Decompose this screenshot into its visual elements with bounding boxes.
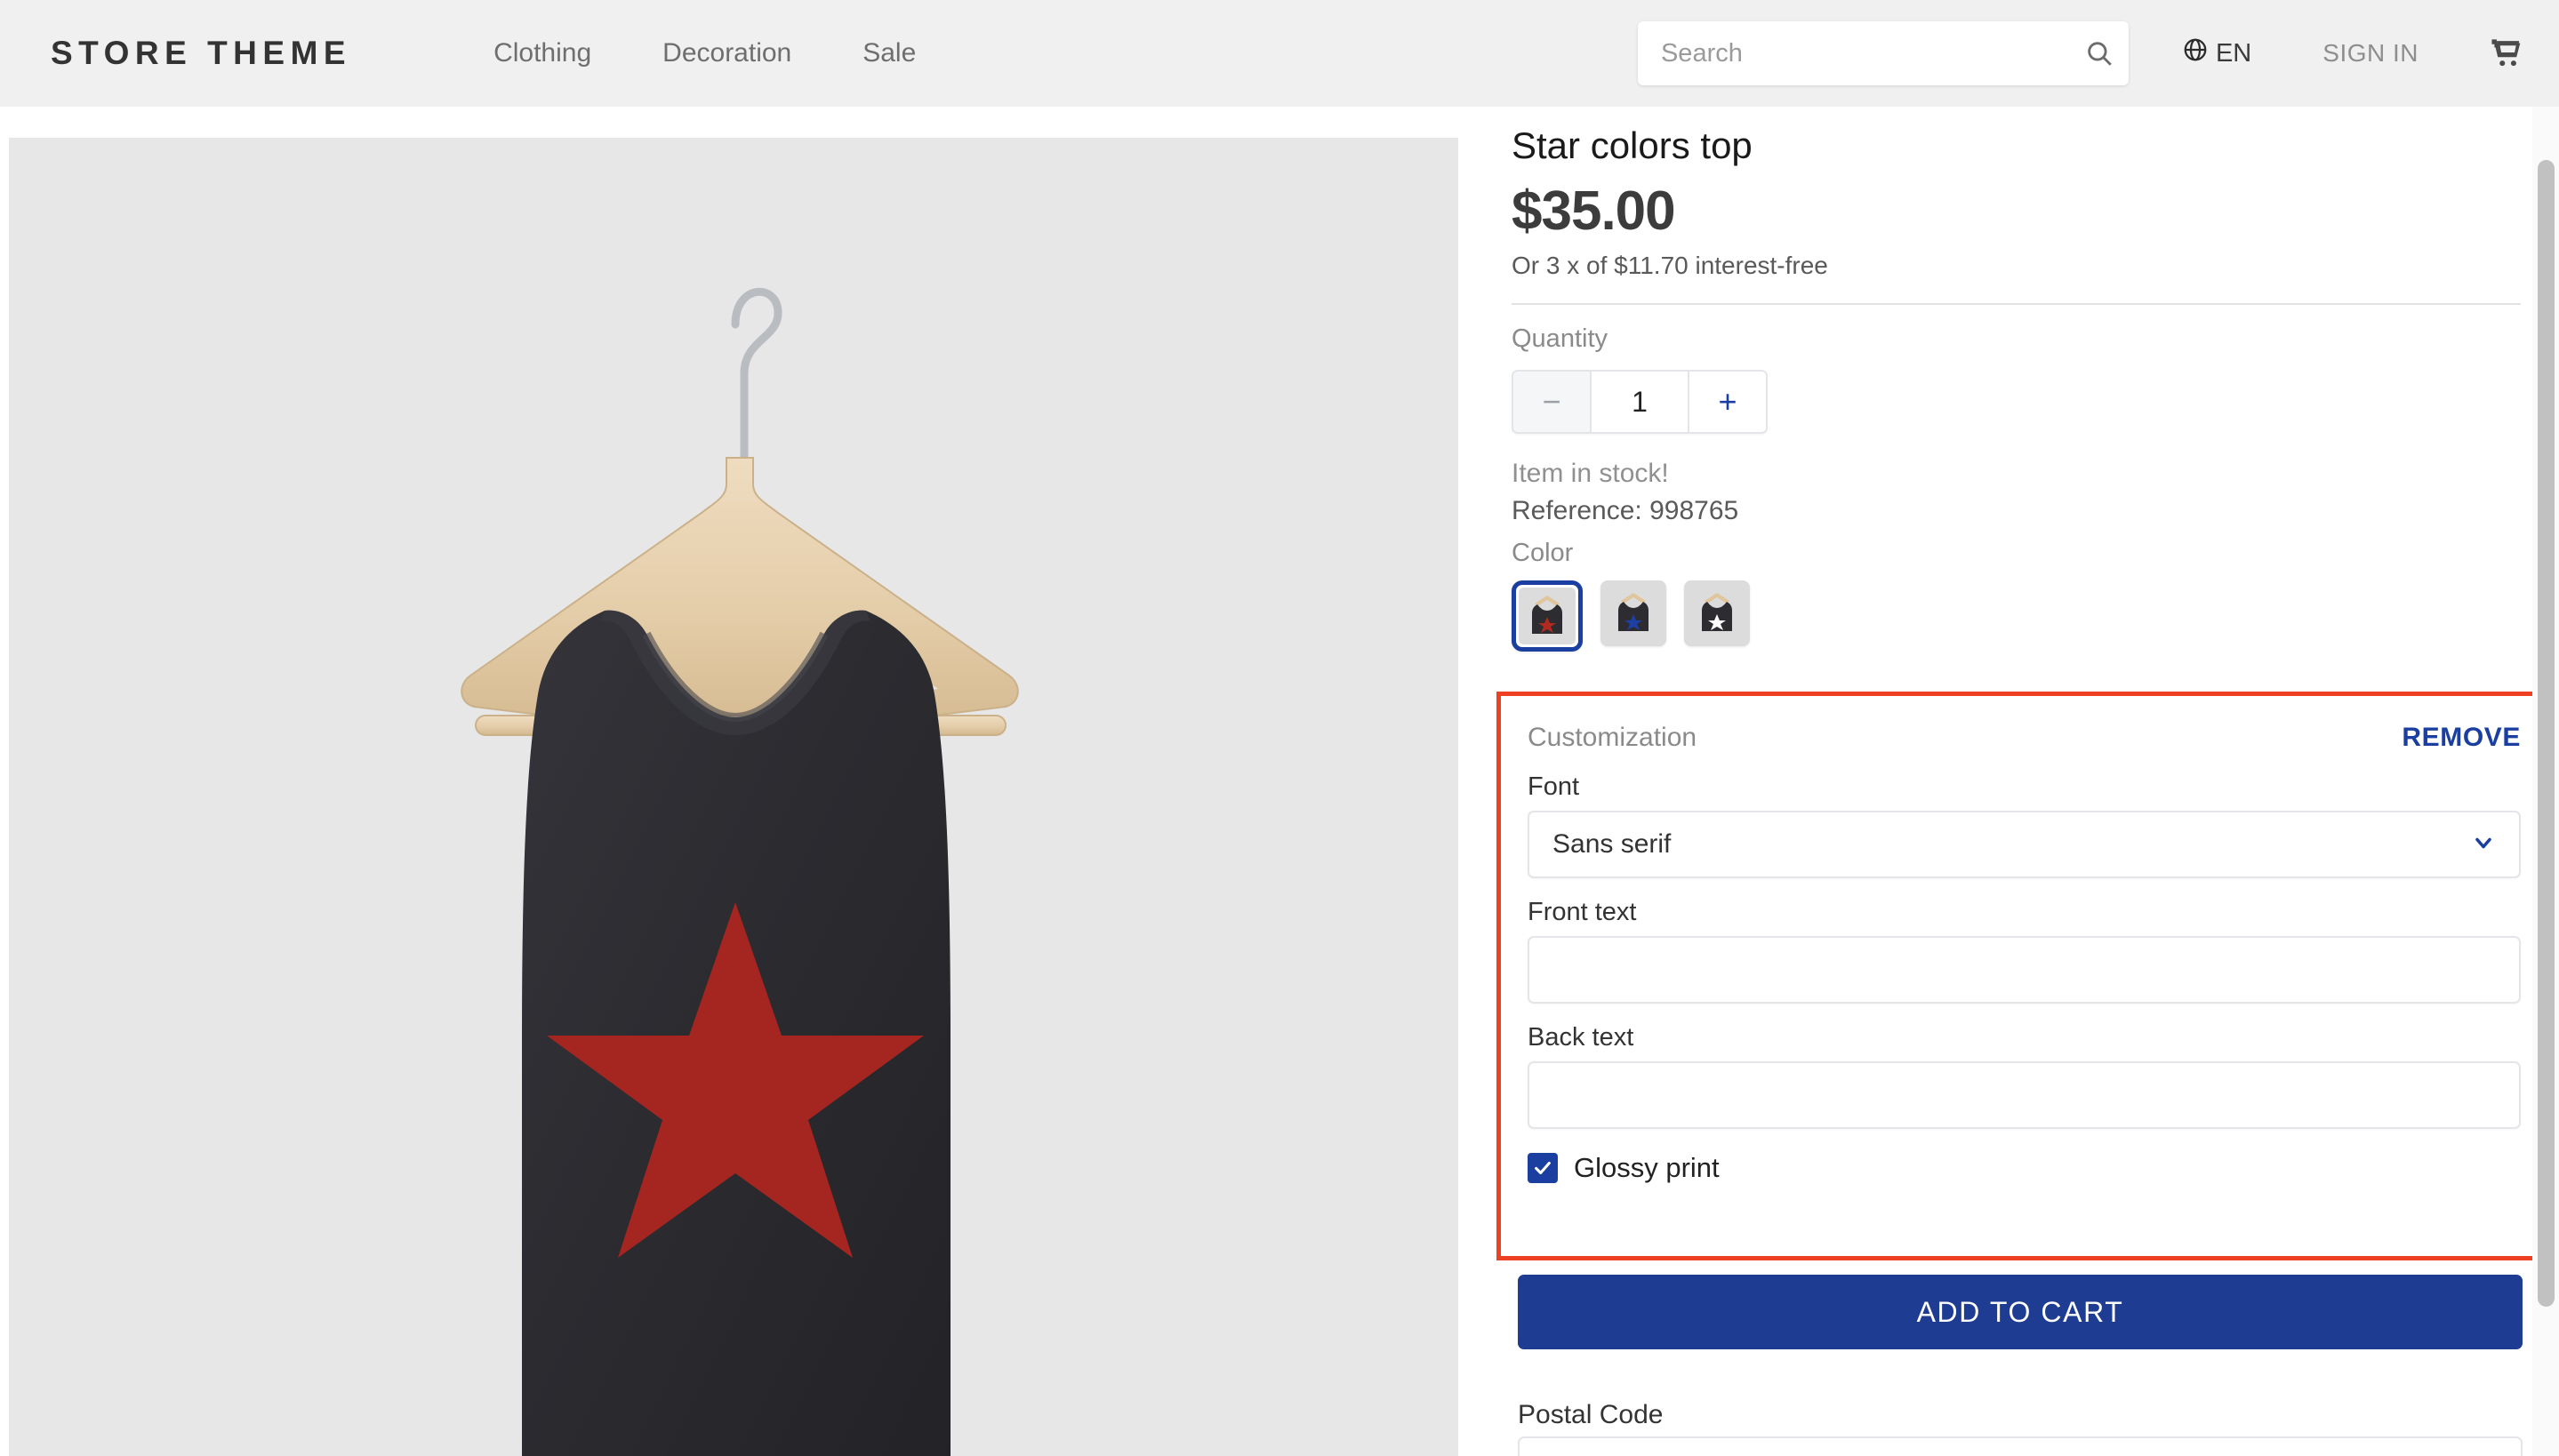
product-image-tank-top (333, 191, 1134, 1456)
product-price: $35.00 (1512, 180, 2521, 243)
page-scrollbar[interactable] (2532, 107, 2559, 1456)
color-label: Color (1512, 539, 2521, 568)
postal-code-label: Postal Code (1518, 1400, 1663, 1430)
scrollbar-thumb[interactable] (2538, 160, 2555, 1307)
font-select[interactable]: Sans serif (1528, 811, 2521, 878)
tank-top-illustration (333, 191, 1134, 1456)
header-actions: EN SIGN IN (1638, 0, 2523, 107)
check-icon (1533, 1158, 1552, 1178)
color-swatch-blue-star[interactable] (1600, 580, 1666, 646)
search-box[interactable] (1638, 21, 2129, 85)
language-selector[interactable]: EN (2182, 36, 2251, 70)
sign-in-link[interactable]: SIGN IN (2322, 39, 2419, 68)
customization-title: Customization (1528, 723, 1697, 753)
quantity-decrease-button[interactable]: − (1513, 372, 1590, 432)
swatch-thumbnail-blue (1612, 590, 1655, 636)
installment-note: Or 3 x of $11.70 interest-free (1512, 252, 2521, 280)
brand-logo[interactable]: STORE THEME (51, 35, 351, 72)
chevron-down-icon (2471, 830, 2496, 860)
font-select-value: Sans serif (1552, 829, 1671, 860)
color-swatch-white-star[interactable] (1684, 580, 1750, 646)
quantity-increase-button[interactable]: + (1689, 372, 1766, 432)
nav-item-sale[interactable]: Sale (827, 38, 951, 68)
back-text-input[interactable] (1528, 1061, 2521, 1129)
color-swatch-red-star[interactable] (1512, 580, 1583, 652)
customization-header: Customization REMOVE (1528, 723, 2521, 753)
nav-item-clothing[interactable]: Clothing (493, 38, 627, 68)
site-header: STORE THEME Clothing Decoration Sale (0, 0, 2559, 107)
product-page: STORE THEME Clothing Decoration Sale (0, 0, 2559, 1456)
glossy-print-label: Glossy print (1574, 1152, 1720, 1184)
quantity-input[interactable] (1590, 372, 1689, 432)
remove-customization-link[interactable]: REMOVE (2402, 723, 2521, 753)
front-text-input[interactable] (1528, 936, 2521, 1004)
glossy-print-checkbox[interactable] (1528, 1153, 1558, 1183)
product-reference: Reference: 998765 (1512, 496, 2521, 526)
quantity-label: Quantity (1512, 324, 2521, 354)
add-to-cart-button[interactable]: ADD TO CART (1518, 1275, 2523, 1349)
product-title: Star colors top (1512, 124, 2521, 167)
customization-panel: Customization REMOVE Font Sans serif Fro… (1496, 692, 2552, 1260)
glossy-print-row[interactable]: Glossy print (1528, 1152, 2521, 1184)
swatch-thumbnail-red (1526, 593, 1568, 639)
swatch-thumbnail-white (1696, 590, 1738, 636)
globe-icon (2182, 36, 2209, 70)
nav-item-decoration[interactable]: Decoration (627, 38, 827, 68)
language-label: EN (2216, 39, 2251, 68)
back-text-label: Back text (1528, 1023, 2521, 1052)
front-text-label: Front text (1528, 898, 2521, 927)
main-navigation: Clothing Decoration Sale (493, 38, 951, 68)
color-swatch-list (1512, 580, 2521, 652)
search-input[interactable] (1638, 21, 2070, 85)
divider (1512, 303, 2521, 305)
search-icon[interactable] (2070, 38, 2129, 68)
product-details: Star colors top $35.00 Or 3 x of $11.70 … (1512, 124, 2521, 652)
product-image-gallery[interactable] (9, 138, 1458, 1456)
stock-status: Item in stock! (1512, 459, 2521, 489)
shopping-cart-icon[interactable] (2490, 36, 2523, 70)
font-label: Font (1528, 772, 2521, 802)
postal-code-input[interactable] (1518, 1436, 2523, 1456)
quantity-stepper[interactable]: − + (1512, 370, 1768, 434)
